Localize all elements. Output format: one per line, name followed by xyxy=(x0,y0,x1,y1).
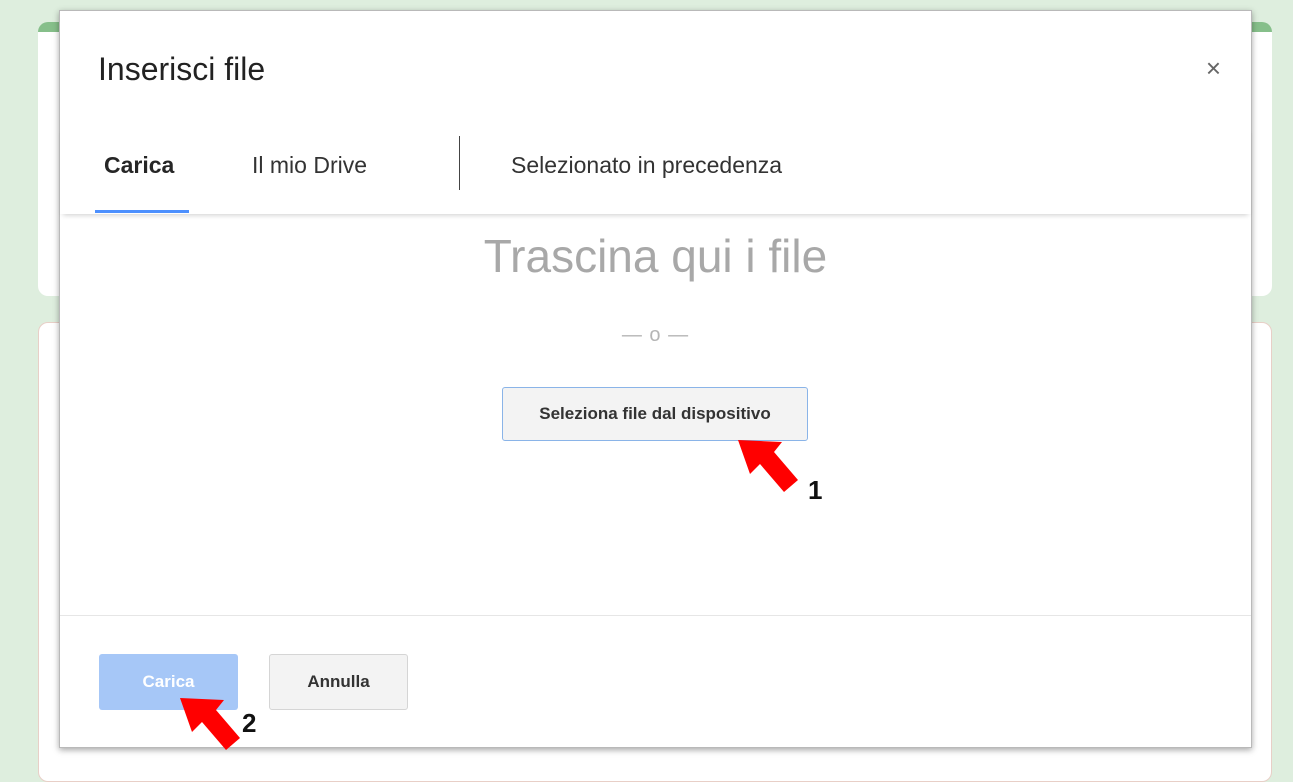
tab-separator xyxy=(459,136,460,190)
annotation-arrow-1-icon xyxy=(738,440,798,492)
annotation-arrow-2-icon xyxy=(180,698,240,750)
tab-upload[interactable]: Carica xyxy=(104,152,174,179)
annotation-number-1: 1 xyxy=(808,475,823,505)
annotation-number-2: 2 xyxy=(242,708,257,738)
cancel-button[interactable]: Annulla xyxy=(269,654,408,710)
dialog-title: Inserisci file xyxy=(98,51,266,87)
tabs-bar: Carica Il mio Drive Selezionato in prece… xyxy=(60,126,1251,214)
insert-file-dialog: Inserisci file × Carica Il mio Drive Sel… xyxy=(59,10,1252,748)
tab-previously-selected[interactable]: Selezionato in precedenza xyxy=(511,152,782,179)
or-divider-text: — o — xyxy=(621,324,690,346)
drop-zone-text: Trascina qui i file xyxy=(483,230,828,282)
footer-divider xyxy=(60,615,1251,616)
tab-my-drive[interactable]: Il mio Drive xyxy=(252,152,367,179)
close-icon[interactable]: × xyxy=(1206,55,1221,81)
active-tab-indicator xyxy=(95,210,189,213)
